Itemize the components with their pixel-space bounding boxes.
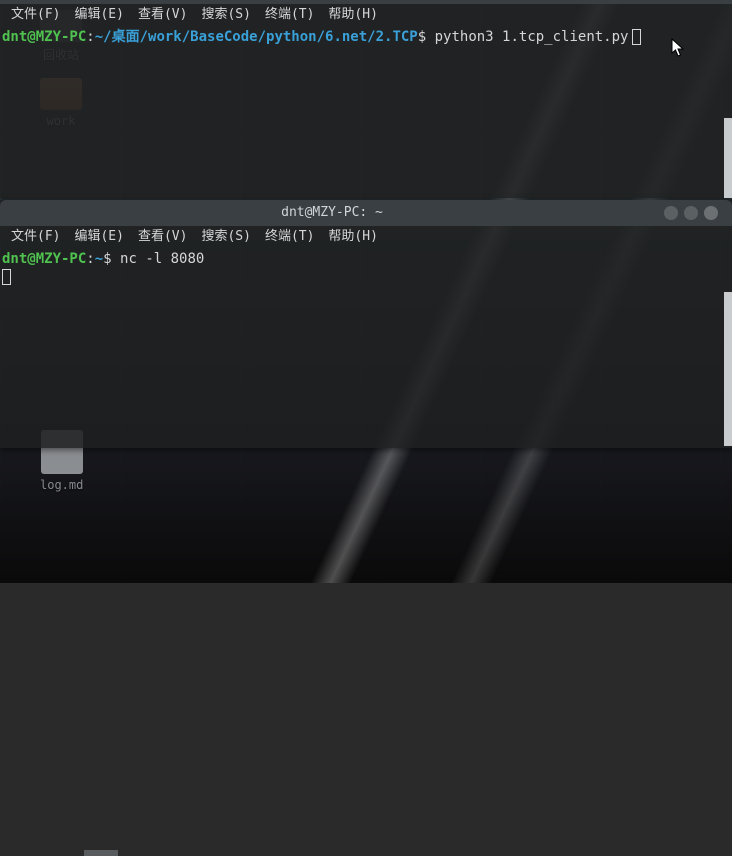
menu-terminal[interactable]: 终端(T) <box>258 4 321 26</box>
prompt-path: ~/桌面/work/BaseCode/python/6.net/2.TCP <box>95 29 418 45</box>
maximize-icon[interactable] <box>684 206 698 220</box>
cursor-icon <box>2 269 11 285</box>
command-text: python3 1.tcp_client.py <box>435 29 629 45</box>
menu-view[interactable]: 查看(V) <box>131 226 194 248</box>
command-text: nc -l 8080 <box>120 251 204 267</box>
selection-bar <box>84 850 118 856</box>
menu-search[interactable]: 搜索(S) <box>194 4 257 26</box>
menu-view[interactable]: 查看(V) <box>131 4 194 26</box>
prompt-user: dnt@MZY-PC <box>2 29 86 45</box>
menu-bar: 文件(F) 编辑(E) 查看(V) 搜索(S) 终端(T) 帮助(H) <box>0 4 732 26</box>
menu-search[interactable]: 搜索(S) <box>194 226 257 248</box>
menu-edit[interactable]: 编辑(E) <box>67 226 130 248</box>
terminal-output[interactable]: dnt@MZY-PC:~/桌面/work/BaseCode/python/6.n… <box>0 26 732 48</box>
prompt-colon: : <box>86 251 94 267</box>
prompt-dollar: $ <box>418 29 435 45</box>
window-titlebar[interactable]: dnt@MZY-PC: ~ <box>0 200 732 226</box>
prompt-dollar: $ <box>103 251 120 267</box>
scrollbar-thumb[interactable] <box>724 118 732 198</box>
prompt-colon: : <box>86 29 94 45</box>
menu-file[interactable]: 文件(F) <box>4 226 67 248</box>
terminal-output[interactable]: dnt@MZY-PC:~$ nc -l 8080 <box>0 248 732 288</box>
prompt-user: dnt@MZY-PC <box>2 251 86 267</box>
menu-edit[interactable]: 编辑(E) <box>67 4 130 26</box>
window-title: dnt@MZY-PC: ~ <box>0 200 664 226</box>
cursor-icon <box>632 29 641 45</box>
menu-terminal[interactable]: 终端(T) <box>258 226 321 248</box>
terminal-window-2[interactable]: dnt@MZY-PC: ~ 文件(F) 编辑(E) 查看(V) 搜索(S) 终端… <box>0 200 732 448</box>
minimize-icon[interactable] <box>664 206 678 220</box>
close-icon[interactable] <box>704 206 718 220</box>
menu-help[interactable]: 帮助(H) <box>321 4 384 26</box>
scrollbar-thumb[interactable] <box>724 292 732 446</box>
menu-help[interactable]: 帮助(H) <box>321 226 384 248</box>
menu-bar: 文件(F) 编辑(E) 查看(V) 搜索(S) 终端(T) 帮助(H) <box>0 226 732 248</box>
desktop-icon-label: log.md <box>40 478 83 492</box>
menu-file[interactable]: 文件(F) <box>4 4 67 26</box>
terminal-window-1[interactable]: 文件(F) 编辑(E) 查看(V) 搜索(S) 终端(T) 帮助(H) dnt@… <box>0 0 732 198</box>
prompt-path: ~ <box>95 251 103 267</box>
